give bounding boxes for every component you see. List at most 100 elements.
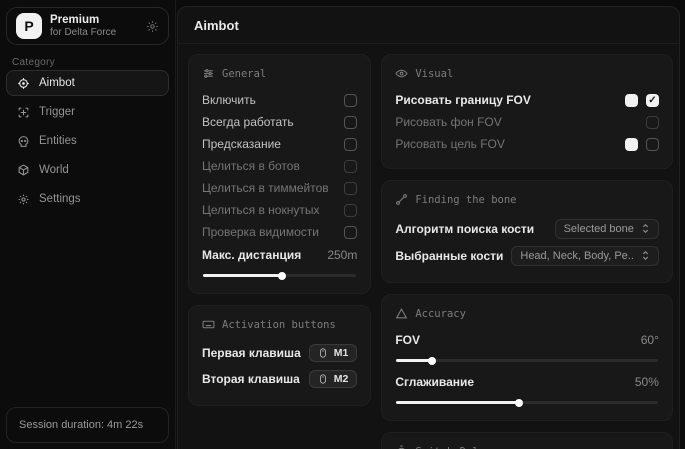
max-distance-labels: Макс. дистанция 250m (202, 244, 357, 266)
prediction-checkbox[interactable] (344, 138, 357, 151)
fov-labels: FOV 60° (395, 329, 659, 351)
slider-fill (203, 274, 280, 277)
sidebar-item-label: Trigger (39, 106, 75, 118)
timer-icon (395, 445, 408, 449)
gear-icon[interactable] (146, 20, 159, 33)
sidebar-item-entities[interactable]: Entities (6, 128, 169, 154)
target-knocked-checkbox[interactable] (344, 204, 357, 217)
setting-label: Вторая клавиша (202, 372, 300, 386)
sidebar-item-trigger[interactable]: Trigger (6, 99, 169, 125)
fov-border-color-swatch[interactable] (625, 94, 638, 107)
fov-target-controls (625, 138, 659, 151)
bone-icon (395, 193, 408, 206)
fov-target-checkbox[interactable] (646, 138, 659, 151)
bone-algorithm-select[interactable]: Selected bone (555, 219, 659, 239)
fov-border-controls (625, 94, 659, 107)
app-window: P Premium for Delta Force Category (0, 0, 685, 449)
sidebar-item-label: World (39, 164, 69, 176)
settings-gear-icon (17, 193, 30, 206)
eye-icon (395, 67, 408, 80)
fov-background-row: Рисовать фон FOV (395, 111, 659, 133)
setting-label: Целиться в ботов (202, 159, 300, 173)
fov-slider[interactable] (396, 359, 658, 362)
visibility-check-checkbox[interactable] (344, 226, 357, 239)
slider-thumb[interactable] (428, 357, 436, 365)
max-distance-slider[interactable] (203, 274, 356, 277)
sliders-icon (202, 67, 215, 80)
setting-row-prediction: Предсказание (202, 133, 357, 155)
sidebar-nav: Aimbot Trigger Entities (6, 70, 169, 212)
activation-card-header: Activation buttons (202, 318, 357, 331)
page-title: Aimbot (178, 7, 679, 44)
left-column: General Включить Всегда работать Предска… (188, 54, 371, 406)
switch-delay-card-header: Switch Delay (395, 445, 659, 449)
sidebar-item-aimbot[interactable]: Aimbot (6, 70, 169, 96)
keybind-value: M2 (334, 373, 349, 385)
entity-skull-icon (17, 135, 30, 148)
category-label: Category (12, 57, 55, 68)
first-key-row: Первая клавиша M1 (202, 340, 357, 366)
second-keybind-button[interactable]: M2 (309, 370, 358, 388)
general-card-header: General (202, 67, 357, 80)
slider-fill (396, 359, 430, 362)
setting-label: Целиться в нокнутых (202, 203, 319, 217)
smoothing-slider[interactable] (396, 401, 658, 404)
visual-card: Visual Рисовать границу FOV Рисовать фон… (381, 54, 673, 169)
enable-checkbox[interactable] (344, 94, 357, 107)
fov-border-row: Рисовать границу FOV (395, 89, 659, 111)
first-keybind-button[interactable]: M1 (309, 344, 358, 362)
second-key-row: Вторая клавиша M2 (202, 366, 357, 392)
setting-label: Предсказание (202, 137, 281, 151)
fov-target-color-swatch[interactable] (625, 138, 638, 151)
fov-border-checkbox[interactable] (646, 94, 659, 107)
right-column: Visual Рисовать границу FOV Рисовать фон… (381, 54, 673, 449)
setting-label: Рисовать фон FOV (395, 115, 501, 129)
target-teammates-checkbox[interactable] (344, 182, 357, 195)
selected-option: Head, Neck, Body, Pe.. (520, 250, 634, 262)
setting-row-enable: Включить (202, 89, 357, 111)
mouse-icon (318, 347, 328, 359)
setting-label: Сглаживание (395, 375, 474, 389)
activation-buttons-card: Activation buttons Первая клавиша M1 Вто… (188, 305, 371, 406)
card-title: Finding the bone (415, 194, 516, 206)
card-title: Visual (415, 68, 453, 80)
sidebar-header: P Premium for Delta Force (6, 7, 169, 45)
general-card: General Включить Всегда работать Предска… (188, 54, 371, 294)
app-title-block: Premium for Delta Force (50, 14, 116, 39)
setting-label: Выбранные кости (395, 249, 503, 263)
keyboard-icon (202, 318, 215, 331)
sidebar-item-world[interactable]: World (6, 157, 169, 183)
setting-row-visibility-check: Проверка видимости (202, 221, 357, 243)
chevron-up-down-icon (641, 223, 650, 234)
fov-background-checkbox[interactable] (646, 116, 659, 129)
finding-bone-card: Finding the bone Алгоритм поиска кости S… (381, 180, 673, 283)
sidebar-item-settings[interactable]: Settings (6, 186, 169, 212)
sidebar: P Premium for Delta Force Category (0, 0, 176, 449)
accuracy-card: Accuracy FOV 60° (381, 294, 673, 421)
always-work-checkbox[interactable] (344, 116, 357, 129)
sidebar-item-label: Entities (39, 135, 77, 147)
sidebar-item-label: Aimbot (39, 77, 75, 89)
setting-label: Всегда работать (202, 115, 294, 129)
setting-label: Первая клавиша (202, 346, 301, 360)
visual-card-header: Visual (395, 67, 659, 80)
target-bots-checkbox[interactable] (344, 160, 357, 173)
switch-delay-card: Switch Delay Задержка переключения Задер… (381, 432, 673, 449)
setting-label: Проверка видимости (202, 225, 319, 239)
triangle-icon (395, 307, 408, 320)
setting-label: FOV (395, 333, 420, 347)
cube-icon (17, 164, 30, 177)
app-title: Premium (50, 14, 116, 27)
setting-label: Рисовать цель FOV (395, 137, 505, 151)
setting-row-target-knocked: Целиться в нокнутых (202, 199, 357, 221)
chevron-up-down-icon (641, 250, 650, 261)
smoothing-value: 50% (635, 375, 659, 389)
app-logo: P (16, 13, 42, 39)
slider-thumb[interactable] (515, 399, 523, 407)
setting-row-target-teammates: Целиться в тиммейтов (202, 177, 357, 199)
slider-thumb[interactable] (278, 272, 286, 280)
selected-bones-select[interactable]: Head, Neck, Body, Pe.. (511, 246, 659, 266)
mouse-icon (318, 373, 328, 385)
setting-label: Включить (202, 93, 256, 107)
card-title: General (222, 68, 266, 80)
